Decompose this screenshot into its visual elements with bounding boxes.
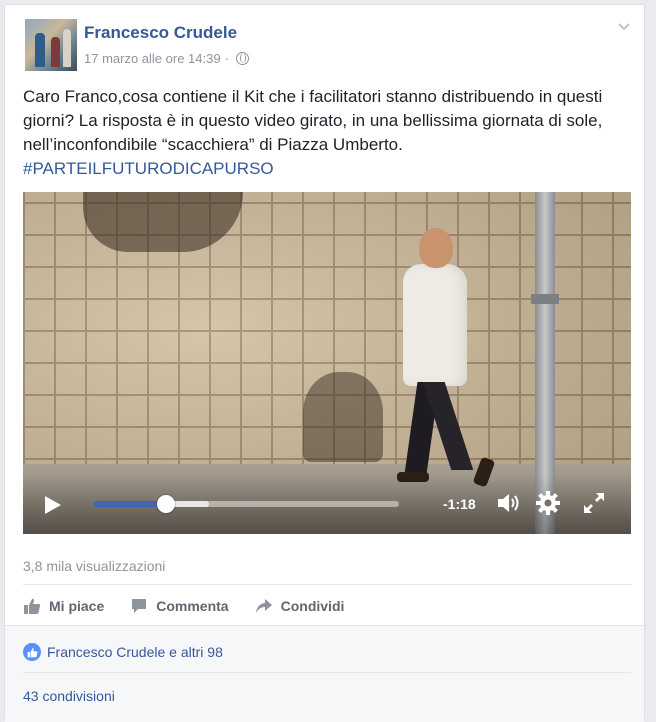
gear-icon[interactable] <box>533 488 563 518</box>
post-body: Caro Franco,cosa contiene il Kit che i f… <box>23 85 633 181</box>
thumbs-up-icon <box>27 647 37 657</box>
video-progress-bar[interactable] <box>93 495 399 513</box>
divider <box>23 672 631 673</box>
video-progress-fill <box>93 501 167 507</box>
author-avatar[interactable] <box>25 19 77 71</box>
thumbs-up-icon <box>24 598 41 614</box>
share-button-label: Condividi <box>280 598 345 614</box>
divider <box>23 584 631 585</box>
video-frame-person-head <box>419 228 453 268</box>
reactions-panel: Francesco Crudele e altri 98 43 condivis… <box>5 625 644 722</box>
post-card: Francesco Crudele 17 marzo alle ore 14:3… <box>4 4 645 722</box>
volume-icon[interactable] <box>493 488 523 518</box>
video-frame-person <box>403 264 467 386</box>
likes-summary[interactable]: Francesco Crudele e altri 98 <box>23 643 223 661</box>
avatar-figure <box>35 33 45 67</box>
fullscreen-icon[interactable] <box>579 488 609 518</box>
post-meta: 17 marzo alle ore 14:39 · <box>84 51 249 66</box>
like-button-label: Mi piace <box>49 598 105 614</box>
share-button[interactable]: Condividi <box>255 593 345 619</box>
globe-icon[interactable] <box>235 52 249 65</box>
like-button[interactable]: Mi piace <box>23 593 104 619</box>
comment-button[interactable]: Commenta <box>130 593 229 619</box>
author-name[interactable]: Francesco Crudele <box>84 23 237 43</box>
like-reaction-icon <box>23 643 41 661</box>
meta-separator: · <box>224 51 229 66</box>
post-actions: Mi piace Commenta Condividi <box>23 593 631 619</box>
chevron-down-icon[interactable] <box>618 21 630 33</box>
avatar-figure <box>63 29 71 67</box>
video-player[interactable]: -1:18 <box>23 192 631 534</box>
hashtag-link[interactable]: #PARTEILFUTURODICAPURSO <box>23 159 274 178</box>
view-count[interactable]: 3,8 mila visualizzazioni <box>23 558 165 574</box>
video-frame-pole-cap <box>531 294 559 304</box>
share-icon <box>255 599 272 613</box>
avatar-figure <box>51 37 60 67</box>
post-text: Caro Franco,cosa contiene il Kit che i f… <box>23 87 603 154</box>
video-time-remaining: -1:18 <box>443 496 476 512</box>
shares-count[interactable]: 43 condivisioni <box>23 688 115 704</box>
video-frame-shadow <box>303 372 383 462</box>
play-icon[interactable] <box>45 496 61 514</box>
comment-button-label: Commenta <box>156 598 229 614</box>
comment-icon <box>132 599 147 613</box>
post-timestamp[interactable]: 17 marzo alle ore 14:39 <box>84 51 221 66</box>
likes-summary-text: Francesco Crudele e altri 98 <box>47 644 223 660</box>
